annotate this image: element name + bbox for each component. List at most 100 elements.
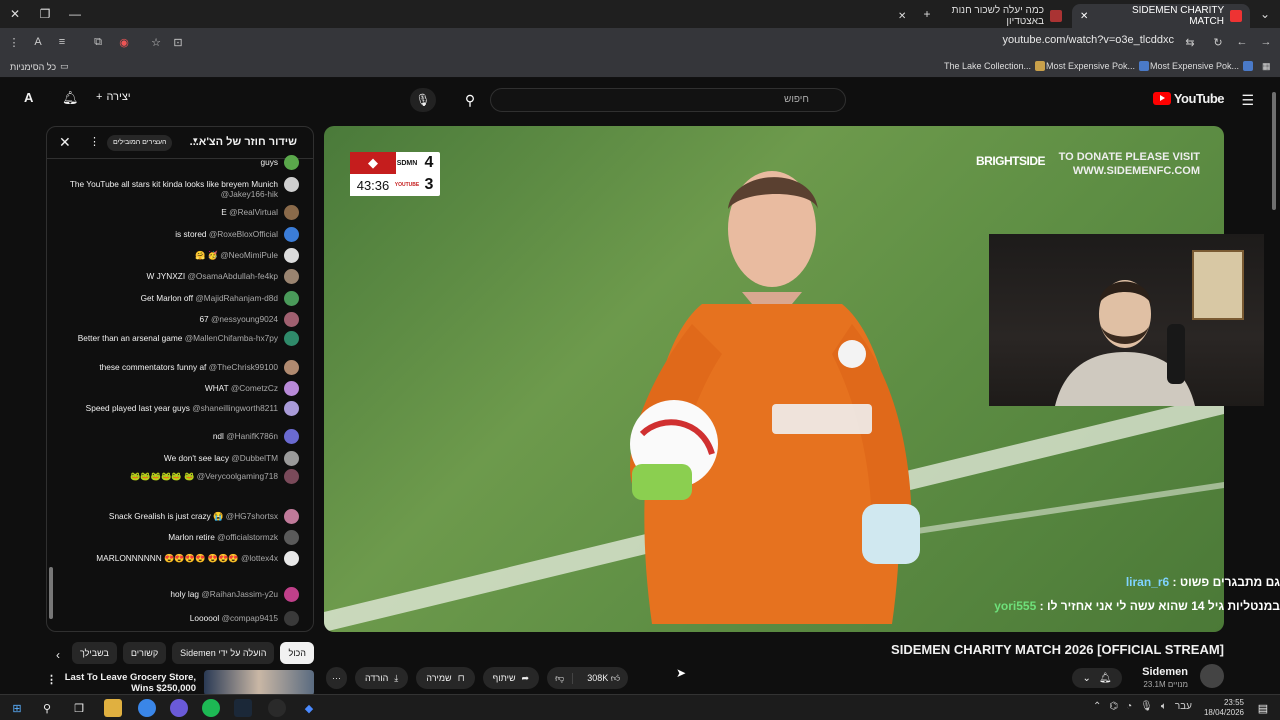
chat-avatar[interactable] [284,291,299,306]
media-icon[interactable]: ≡ [54,34,70,50]
profile-icon[interactable]: A [30,34,46,50]
chat-avatar[interactable] [284,611,299,626]
chat-avatar[interactable] [284,469,299,484]
page-scrollbar[interactable] [1272,92,1276,210]
bookmark-item[interactable]: Most Expensive Pok... [1150,61,1254,71]
search-input[interactable]: חיפוש [490,88,846,112]
chat-author[interactable]: @TheChrisk99100 [209,362,278,372]
chat-author[interactable]: @shaneillingworth8211 [192,403,278,413]
chat-avatar[interactable] [284,509,299,524]
forward-icon[interactable]: → [1258,34,1274,50]
reload-icon[interactable]: ↻ [1210,34,1226,50]
chat-author[interactable]: @RealVirtual [229,207,278,217]
chat-avatar[interactable] [284,155,299,170]
close-tab-icon[interactable]: ✕ [898,11,906,22]
like-button[interactable]: 👍︎ 308K [579,673,628,684]
hamburger-menu-icon[interactable]: ☰ [1241,92,1254,109]
network-icon[interactable]: ⌬ [1109,701,1118,712]
chip-related[interactable]: קשורים [122,642,167,664]
dislike-button[interactable]: 👎︎ [547,672,574,684]
chat-avatar[interactable] [284,269,299,284]
chat-author[interactable]: @lottex4x [241,553,278,563]
chat-author[interactable]: @DubbelTM [231,453,278,463]
video-thumbnail[interactable] [204,670,314,696]
site-settings-icon[interactable]: ⇆ [1182,34,1198,50]
restore-window-icon[interactable]: ❐ [30,0,60,28]
account-avatar[interactable]: A [24,90,33,105]
chat-author[interactable]: @Verycoolgaming718 [197,471,278,481]
download-button[interactable]: ⤓ הורדה [355,667,409,689]
chat-author[interactable]: @HG7shortsx [226,511,278,521]
channel-name[interactable]: Sidemen [1142,666,1188,678]
chat-author[interactable]: @NeoMimiPule [220,250,278,260]
chrome-icon[interactable] [138,699,156,717]
chat-avatar[interactable] [284,401,299,416]
channel-avatar[interactable] [1200,664,1224,688]
chat-avatar[interactable] [284,551,299,566]
voice-search-icon[interactable]: 🎙︎ [410,88,436,112]
chat-author[interactable]: @CometzCz [231,383,278,393]
chat-author[interactable]: @MajidRahanjam-d8d [195,293,278,303]
tray-overflow-icon[interactable]: ⌃ [1093,701,1101,712]
wifi-icon[interactable]: ◔ [1126,701,1132,712]
bookmark-star-icon[interactable]: ☆ [148,34,164,50]
url-field[interactable]: youtube.com/watch?v=o3e_tlcddxc [1002,34,1174,46]
extensions-icon[interactable]: ⧉ [90,34,106,50]
more-actions-icon[interactable]: ··· [326,667,347,689]
file-explorer-icon[interactable] [104,699,122,717]
discord-icon[interactable] [170,699,188,717]
app-icon[interactable]: ◆ [300,699,318,717]
volume-icon[interactable]: 🔈︎ [1161,701,1167,712]
chevron-left-icon[interactable]: ‹ [56,648,60,662]
chat-avatar[interactable] [284,451,299,466]
task-view-icon[interactable]: ❒ [70,699,88,717]
save-button[interactable]: ⊓ שמירה [416,667,475,689]
chat-avatar[interactable] [284,312,299,327]
chat-author[interactable]: @Jakey166-hik [221,189,278,199]
search-icon[interactable]: ⚲ [38,699,56,717]
chat-avatar[interactable] [284,205,299,220]
close-tab-icon[interactable]: ✕ [1080,11,1088,22]
chat-avatar[interactable] [284,587,299,602]
chat-avatar[interactable] [284,331,299,346]
chat-author[interactable]: @compap9415 [222,613,278,623]
create-button[interactable]: יצירה + [96,91,131,103]
chip-uploaded[interactable]: הועלה על ידי Sidemen [172,642,275,664]
chat-avatar[interactable] [284,248,299,263]
chip-for-you[interactable]: בשבילך [71,642,117,664]
chat-menu-icon[interactable]: ⋮ [89,135,100,148]
windows-start-icon[interactable]: ⊞ [8,699,26,717]
menu-dots-icon[interactable]: ⋮ [6,34,22,50]
new-tab-icon[interactable]: + [912,0,942,28]
bookmark-item[interactable]: The Lake Collection... [944,61,1046,71]
steam-icon[interactable] [234,699,252,717]
chat-filter[interactable]: העצירים המובילים [107,135,173,151]
share-button[interactable]: ➦ שיתוף [482,667,540,689]
chat-avatar[interactable] [284,227,299,242]
chat-author[interactable]: @RoxeBloxOfficial [209,229,278,239]
minimize-window-icon[interactable]: — [60,0,90,28]
chat-author[interactable]: @OsamaAbdullah-fe4kp [187,271,278,281]
chat-author[interactable]: @MallenChifamba-hx7py [185,333,278,343]
notifications-icon[interactable]: ▤ [1254,699,1272,717]
chat-avatar[interactable] [284,429,299,444]
chat-scrollbar[interactable] [49,567,53,619]
back-icon[interactable]: ← [1234,34,1250,50]
more-options-icon[interactable]: ⋮ [46,673,57,686]
clock[interactable]: 23:55 18/04/2026 [1204,698,1244,718]
chat-author[interactable]: @RaihanJassim-y2u [201,589,278,599]
recommended-title[interactable]: Last To Leave Grocery Store, Wins $250,0… [56,672,196,694]
subscribe-button[interactable]: ⌄ 🔔︎ [1072,668,1122,688]
obs-icon[interactable] [268,699,286,717]
tab-search-icon[interactable]: ⌄ [1250,0,1280,28]
chip-all[interactable]: הכול [280,642,314,664]
chat-author[interactable]: @officialstormzk [217,532,278,542]
install-app-icon[interactable]: ⊡ [170,34,186,50]
search-icon[interactable]: ⚲ [452,88,488,112]
all-bookmarks[interactable]: כל הסימניות ▭ [10,61,69,72]
close-window-icon[interactable]: ✕ [0,0,30,28]
tab-sidemen[interactable]: SIDEMEN CHARITY MATCH ✕ [1072,4,1250,28]
mic-icon[interactable]: 🎙︎ [1140,701,1153,712]
notifications-bell-icon[interactable]: 🔔︎ [62,90,79,106]
chat-avatar[interactable] [284,530,299,545]
